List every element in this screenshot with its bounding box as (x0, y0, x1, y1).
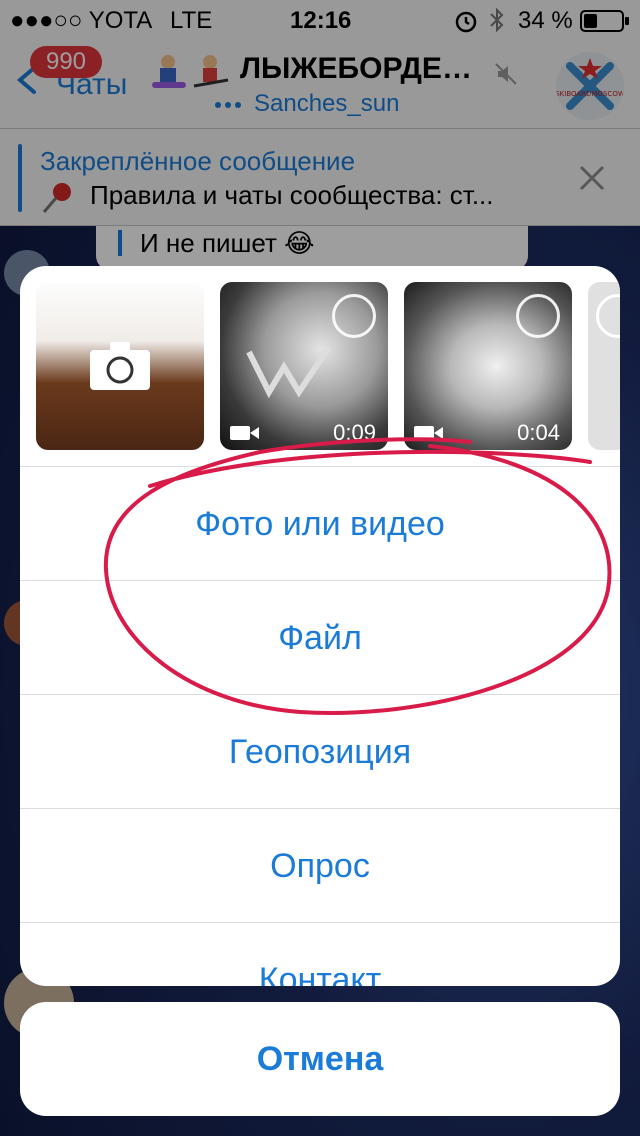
annotation-scribble (103, 437, 612, 715)
